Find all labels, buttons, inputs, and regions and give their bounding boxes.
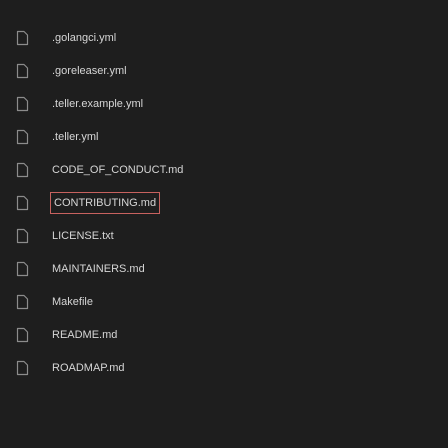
file-icon (16, 63, 29, 79)
file-icon (16, 129, 29, 145)
file-item[interactable]: MAINTAINERS.md (0, 257, 300, 281)
file-name: CONTRIBUTING.md (50, 192, 161, 214)
file-list: .golangci.yml .goreleaser.yml .teller.ex… (0, 0, 448, 448)
file-name: .teller.yml (52, 131, 99, 143)
file-icon (16, 228, 29, 244)
file-item[interactable]: .teller.yml (0, 125, 300, 149)
file-item[interactable]: CODE_OF_CONDUCT.md (0, 158, 300, 182)
file-name: Makefile (52, 296, 93, 308)
file-name: .goreleaser.yml (52, 65, 127, 77)
file-item[interactable]: Makefile (0, 290, 300, 314)
file-name: README.md (52, 329, 118, 341)
file-icon (16, 30, 29, 46)
file-item[interactable]: .golangci.yml (0, 26, 300, 50)
file-name: LICENSE.txt (52, 230, 114, 242)
file-name: CODE_OF_CONDUCT.md (52, 164, 184, 176)
file-name: MAINTAINERS.md (52, 263, 145, 275)
file-item-selected[interactable]: CONTRIBUTING.md (0, 191, 300, 215)
file-name: .teller.example.yml (52, 98, 144, 110)
file-icon (16, 162, 29, 178)
file-name: ROADMAP.md (52, 362, 125, 374)
file-item[interactable]: README.md (0, 323, 300, 347)
file-item[interactable]: .goreleaser.yml (0, 59, 300, 83)
file-icon (16, 360, 29, 376)
file-item[interactable]: ROADMAP.md (0, 356, 300, 380)
file-icon (16, 261, 29, 277)
file-icon (16, 96, 29, 112)
file-icon (16, 327, 29, 343)
file-icon (16, 294, 29, 310)
file-item[interactable]: .teller.example.yml (0, 92, 300, 116)
file-name: .golangci.yml (52, 32, 117, 44)
file-icon (16, 195, 29, 211)
file-item[interactable]: LICENSE.txt (0, 224, 300, 248)
